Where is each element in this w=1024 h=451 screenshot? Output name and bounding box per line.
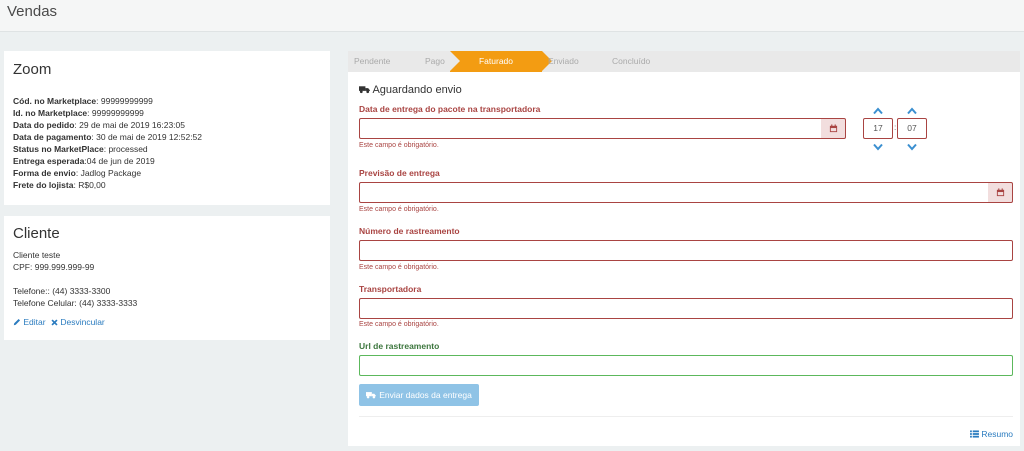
minute-decrement-icon[interactable] <box>907 143 917 151</box>
step-faturado: Faturado <box>450 51 552 72</box>
unlink-client-link[interactable]: Desvincular <box>51 317 105 327</box>
order-field-status: Status no MarketPlace: processed <box>13 144 148 154</box>
order-field-expected: Entrega esperada:04 de jun de 2019 <box>13 156 155 166</box>
tracking-url-input[interactable] <box>359 355 1013 376</box>
order-title: Zoom <box>13 61 52 78</box>
tracking-url-label: Url de rastreamento <box>359 341 440 351</box>
minute-increment-icon[interactable] <box>907 107 917 115</box>
shipping-status: Aguardando envio <box>359 84 462 96</box>
order-field-shipping-method: Forma de envio: Jadlog Package <box>13 168 142 178</box>
order-card: Zoom Cód. no Marketplace: 99999999999 Id… <box>4 51 330 205</box>
minute-input[interactable]: 07 <box>897 118 927 139</box>
hour-increment-icon[interactable] <box>873 107 883 115</box>
forecast-input[interactable] <box>359 182 989 203</box>
list-icon <box>970 430 979 438</box>
forecast-calendar-button[interactable] <box>988 182 1013 203</box>
client-cpf: CPF: 999.999.999-99 <box>13 262 95 272</box>
hour-input[interactable]: 17 <box>863 118 893 139</box>
truck-icon <box>366 392 377 399</box>
forecast-error: Este campo é obrigatório. <box>359 206 439 213</box>
carrier-error: Este campo é obrigatório. <box>359 321 439 328</box>
delivery-date-input[interactable] <box>359 118 822 139</box>
tracking-number-error: Este campo é obrigatório. <box>359 264 439 271</box>
step-pago: Pago <box>425 56 445 66</box>
step-enviado: Enviado <box>548 56 579 66</box>
client-card: Cliente Cliente teste CPF: 999.999.999-9… <box>4 216 330 340</box>
tracking-number-input[interactable] <box>359 240 1013 261</box>
step-concluido: Concluído <box>612 56 651 66</box>
carrier-input[interactable] <box>359 298 1013 319</box>
order-field-date: Data do pedido: 29 de mai de 2019 16:23:… <box>13 120 185 130</box>
carrier-label: Transportadora <box>359 284 422 294</box>
summary-link[interactable]: Resumo <box>970 429 1013 439</box>
calendar-icon <box>996 188 1004 197</box>
page-title: Vendas <box>7 3 58 20</box>
hour-decrement-icon[interactable] <box>873 143 883 151</box>
order-field-payment: Data de pagamento: 30 de mai de 2019 12:… <box>13 132 203 142</box>
order-field-id: Id. no Marketplace: 99999999999 <box>13 108 144 118</box>
forecast-label: Previsão de entrega <box>359 168 440 178</box>
top-bar: Vendas <box>0 0 1024 32</box>
calendar-icon <box>829 124 837 133</box>
truck-icon <box>359 86 370 94</box>
client-phone: Telefone:: (44) 3333-3300 <box>13 286 111 296</box>
close-icon <box>51 319 58 326</box>
delivery-date-error: Este campo é obrigatório. <box>359 142 439 149</box>
edit-client-link[interactable]: Editar <box>13 317 48 327</box>
order-field-freight: Frete do lojista: R$0,00 <box>13 180 106 190</box>
client-name: Cliente teste <box>13 250 61 260</box>
delivery-date-calendar-button[interactable] <box>821 118 846 139</box>
tracking-number-label: Número de rastreamento <box>359 226 460 236</box>
submit-shipping-button[interactable]: Enviar dados da entrega <box>359 384 479 406</box>
order-field-cod: Cód. no Marketplace: 99999999999 <box>13 96 153 106</box>
pencil-icon <box>13 318 21 326</box>
client-title: Cliente <box>13 225 60 242</box>
step-pendente: Pendente <box>354 56 391 66</box>
client-mobile: Telefone Celular: (44) 3333-3333 <box>13 298 138 308</box>
delivery-date-label: Data de entrega do pacote na transportad… <box>359 104 541 114</box>
client-actions: Editar Desvincular <box>13 316 105 328</box>
order-steps: Pendente Pago Faturado Enviado Concluído <box>348 51 1020 72</box>
panel-divider <box>359 416 1013 417</box>
